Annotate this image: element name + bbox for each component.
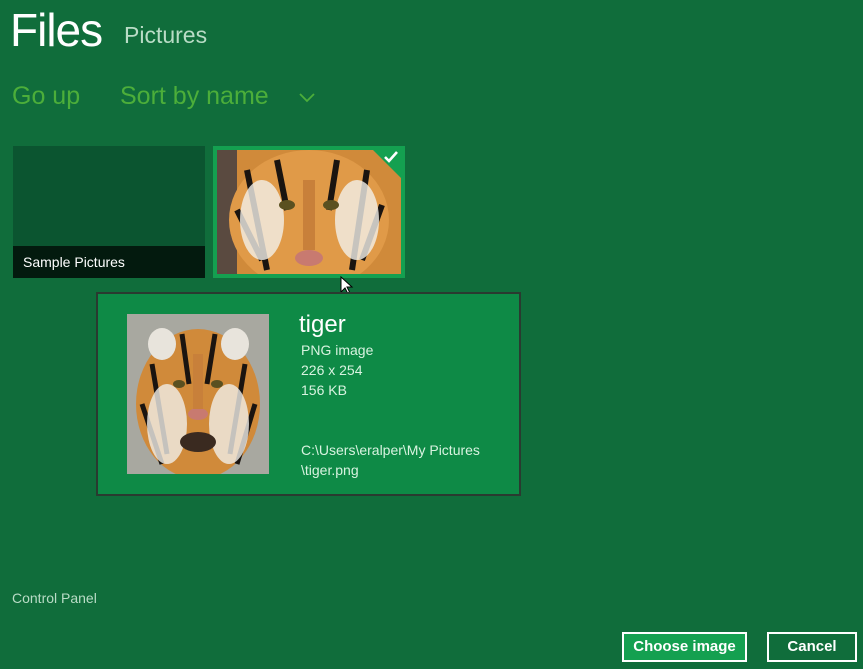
file-type: PNG image bbox=[301, 342, 374, 358]
file-name: tiger bbox=[299, 311, 346, 338]
checkmark-icon bbox=[384, 151, 398, 163]
file-path-line1: C:\Users\eralper\My Pictures bbox=[301, 442, 480, 458]
file-info-tooltip: tiger PNG image 226 x 254 156 KB C:\User… bbox=[96, 292, 521, 496]
cancel-button[interactable]: Cancel bbox=[767, 632, 857, 662]
sort-dropdown[interactable]: Sort by name bbox=[120, 82, 269, 111]
file-path-line2: \tiger.png bbox=[301, 462, 359, 478]
file-size: 156 KB bbox=[301, 382, 347, 398]
folder-label: Sample Pictures bbox=[13, 246, 205, 278]
current-location[interactable]: Pictures bbox=[124, 22, 207, 49]
control-panel-link[interactable]: Control Panel bbox=[12, 590, 97, 606]
app-title: Files bbox=[10, 4, 103, 56]
chevron-down-icon[interactable] bbox=[298, 90, 316, 104]
file-dimensions: 226 x 254 bbox=[301, 362, 363, 378]
image-tile-tiger[interactable] bbox=[213, 146, 405, 278]
choose-image-button[interactable]: Choose image bbox=[622, 632, 747, 662]
folder-tile-sample-pictures[interactable]: Sample Pictures bbox=[13, 146, 205, 278]
tiger-preview bbox=[127, 314, 269, 474]
go-up-button[interactable]: Go up bbox=[12, 82, 80, 111]
